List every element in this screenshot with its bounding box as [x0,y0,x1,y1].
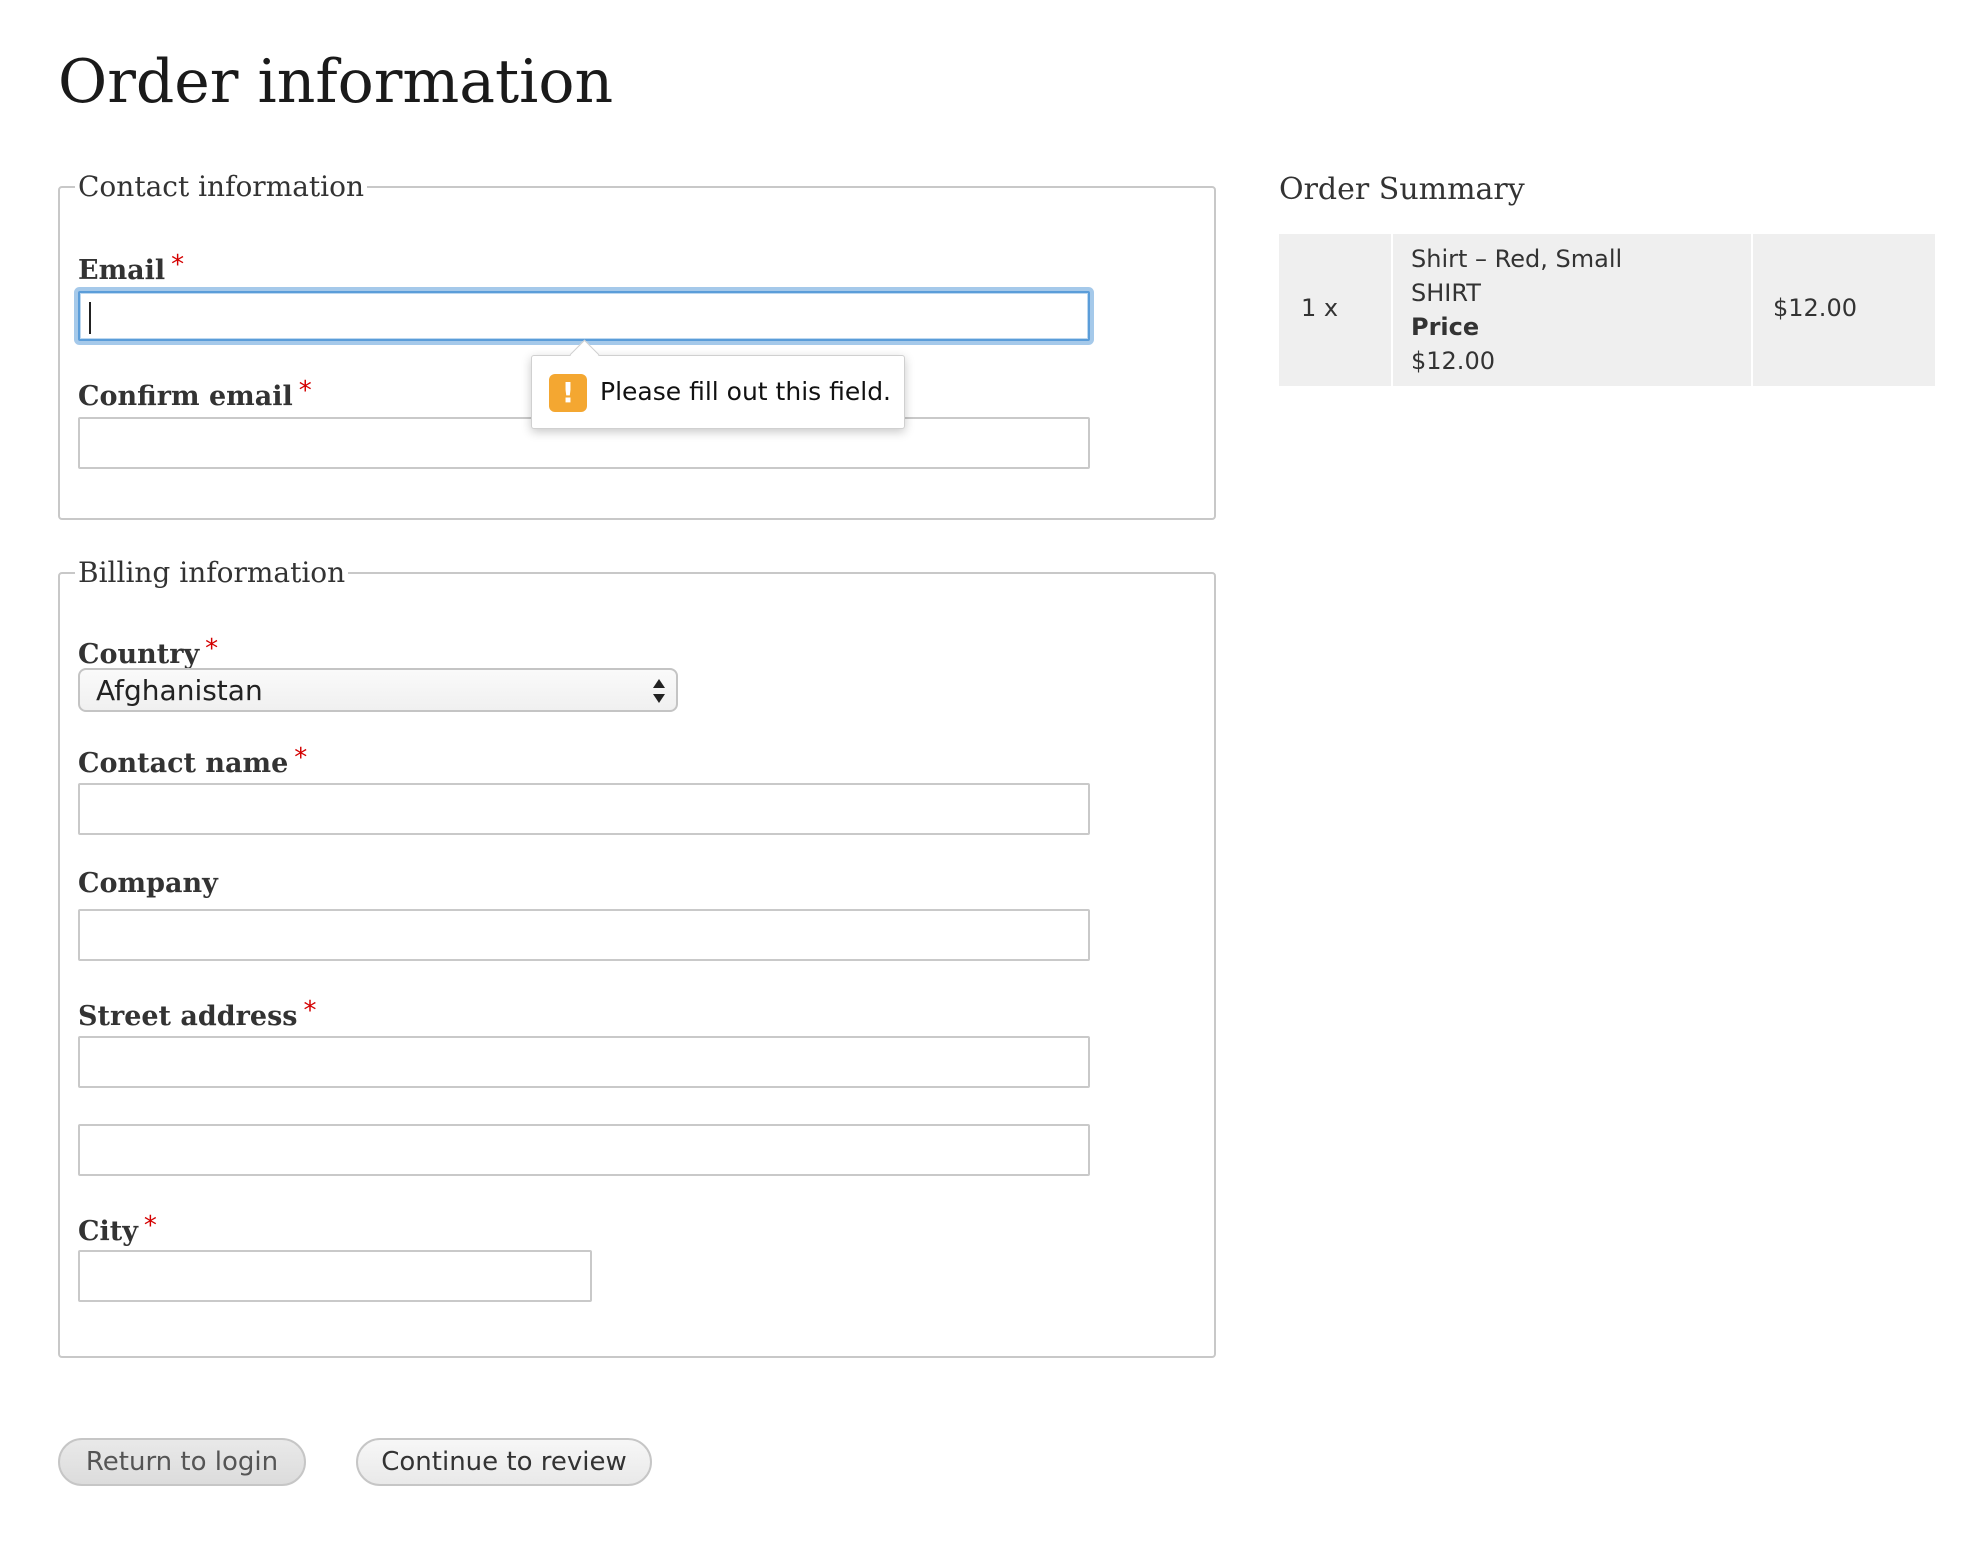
item-sku: SHIRT [1411,279,1481,307]
email-label: Email * [78,249,184,287]
street-address-line2-field[interactable] [78,1124,1090,1176]
contact-name-field[interactable] [78,783,1090,835]
item-unit-price: $12.00 [1411,347,1495,375]
table-cell-item: Shirt – Red, Small SHIRT Price $12.00 [1391,234,1751,386]
billing-information-legend: Billing information [75,556,349,590]
item-price-label: Price [1411,313,1480,341]
contact-name-label: Contact name * [78,742,307,780]
required-marker: * [171,250,185,280]
required-marker: * [294,743,308,773]
city-label: City * [78,1210,157,1248]
country-select[interactable]: Afghanistan [78,668,678,712]
select-arrows-icon [653,679,665,703]
warning-icon: ! [549,374,587,412]
city-label-text: City [78,1216,138,1247]
required-marker: * [298,376,312,406]
required-marker: * [303,996,317,1026]
item-name: Shirt – Red, Small [1411,245,1623,273]
country-select-value: Afghanistan [96,674,263,707]
required-marker: * [205,634,219,664]
country-label-text: Country [78,639,200,670]
confirm-email-label: Confirm email * [78,375,312,413]
contact-information-fieldset [58,186,1216,520]
email-field[interactable] [78,291,1090,341]
text-caret [89,302,91,334]
contact-name-label-text: Contact name [78,748,289,779]
return-to-login-button[interactable]: Return to login [58,1438,306,1486]
validation-tooltip: ! Please fill out this field. [531,339,905,429]
required-marker: * [143,1211,157,1241]
contact-information-legend: Contact information [75,170,368,204]
company-label: Company [78,868,218,899]
city-field[interactable] [78,1250,592,1302]
table-cell-quantity: 1 x [1279,234,1391,386]
item-quantity: 1 x [1301,294,1339,322]
confirm-email-label-text: Confirm email [78,381,293,412]
country-label: Country * [78,633,218,671]
company-field[interactable] [78,909,1090,961]
item-total: $12.00 [1773,294,1857,322]
street-address-label: Street address * [78,995,316,1033]
order-summary-table: 1 x Shirt – Red, Small SHIRT Price $12.0… [1279,234,1935,386]
street-address-line1-field[interactable] [78,1036,1090,1088]
street-address-label-text: Street address [78,1001,298,1032]
table-cell-total: $12.00 [1751,234,1935,386]
continue-to-review-button[interactable]: Continue to review [356,1438,652,1486]
validation-message: Please fill out this field. [600,377,892,406]
email-label-text: Email [78,255,166,286]
page-title: Order information [58,47,614,117]
order-summary-title: Order Summary [1279,172,1525,207]
